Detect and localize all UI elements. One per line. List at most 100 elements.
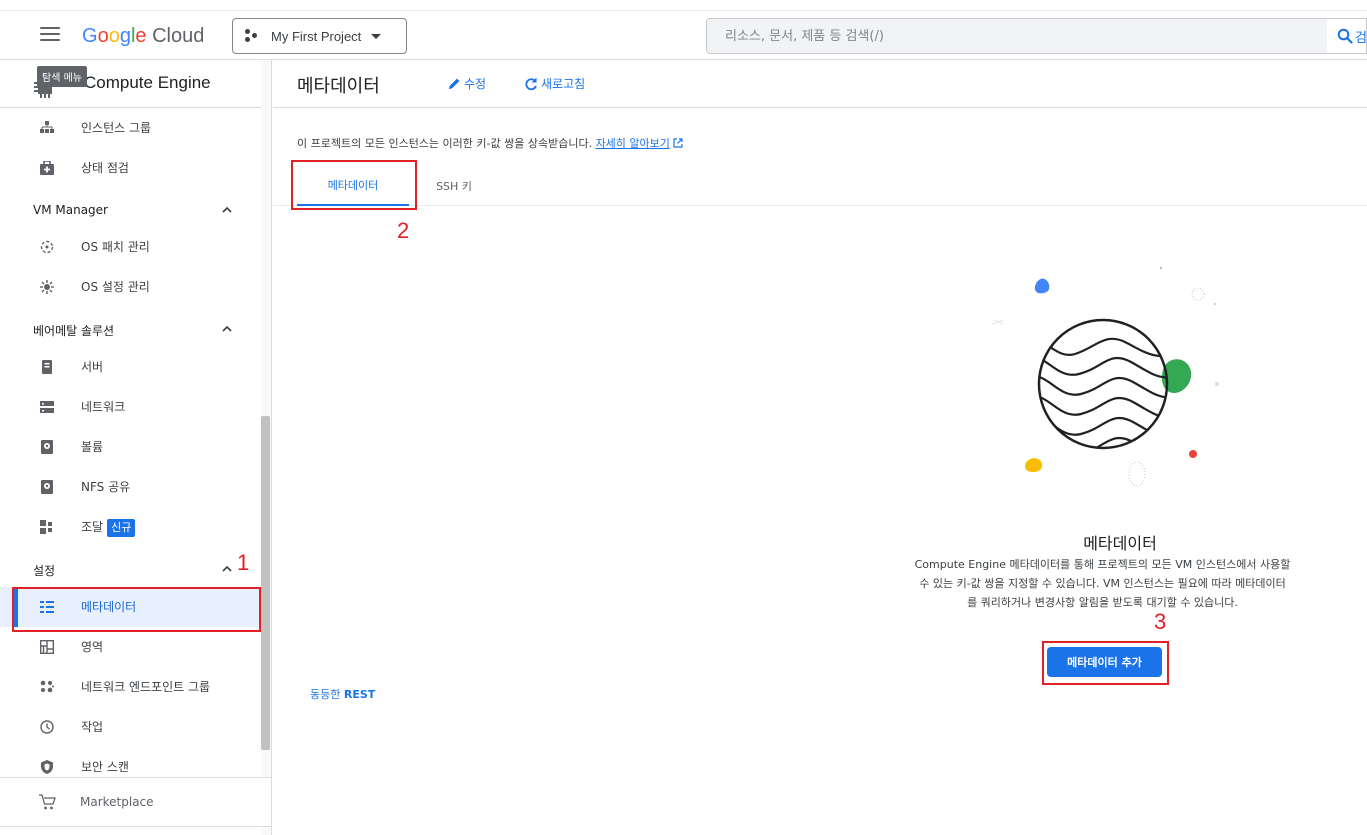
chevron-up-icon[interactable]: [222, 565, 232, 573]
sidebar-item-marketplace[interactable]: Marketplace: [0, 777, 271, 827]
nav-menu-tooltip: 탐색 메뉴: [37, 66, 87, 87]
pencil-icon: [449, 78, 460, 89]
sidebar-item-label: 작업: [81, 720, 104, 734]
search-box[interactable]: [706, 18, 1328, 54]
chevron-up-icon[interactable]: [222, 325, 232, 333]
sidebar-item-label: 영역: [81, 640, 104, 654]
metadata-illustration: [992, 266, 1219, 487]
sidebar-footer-label: Marketplace: [80, 795, 154, 809]
os-config-icon: [40, 280, 54, 294]
sidebar-item-metadata[interactable]: 메타데이터: [0, 587, 262, 627]
annotation-number-1: 1: [237, 550, 250, 575]
health-check-icon: [40, 161, 54, 175]
os-patch-icon: [40, 240, 54, 254]
chevron-up-icon[interactable]: [222, 206, 232, 214]
instance-group-icon: [40, 121, 54, 133]
sidebar-item-label: 네트워크 엔드포인트 그룹: [81, 680, 211, 694]
cart-icon: [39, 794, 56, 810]
section-label: 베어메탈 솔루션: [33, 324, 115, 338]
sidebar-item-endpoint-groups[interactable]: 네트워크 엔드포인트 그룹: [0, 667, 262, 707]
chevron-down-icon: [371, 33, 382, 39]
logo-cloud-text: Cloud: [152, 25, 205, 47]
sidebar-item-label: 조달 신규: [81, 519, 136, 537]
project-picker[interactable]: My First Project: [232, 18, 407, 54]
annotation-number-3: 3: [1154, 609, 1167, 634]
sidebar-item-os-patch[interactable]: OS 패치 관리: [0, 227, 262, 267]
learn-more-link[interactable]: 자세히 알아보기: [596, 137, 670, 150]
search-button[interactable]: 검: [1327, 18, 1367, 54]
sidebar-item-instance-groups[interactable]: 인스턴스 그룹: [0, 108, 262, 148]
main-header: 메타데이터 수정 새로고침: [273, 60, 1367, 108]
inheritance-description: 이 프로젝트의 모든 인스턴스는 이러한 키-값 쌍을 상속받습니다. 자세히 …: [297, 135, 684, 151]
search-icon: [1337, 28, 1353, 44]
tab-metadata[interactable]: 메타데이터: [297, 166, 409, 206]
project-name: My First Project: [271, 28, 362, 44]
rest-prefix: 동등한: [310, 688, 341, 701]
sidebar-item-health-checks[interactable]: 상태 점검: [0, 148, 262, 188]
empty-state-line: Compute Engine 메타데이터를 통해 프로젝트의 모든 VM 인스턴…: [914, 558, 1291, 571]
edit-label: 수정: [464, 77, 487, 91]
edit-button[interactable]: 수정: [448, 75, 486, 92]
sidebar-item-label: 메타데이터: [81, 600, 137, 614]
logo-google-text: Google: [82, 25, 147, 47]
sidebar-item-label: 서버: [81, 360, 104, 374]
sidebar-item-label: 볼륨: [81, 440, 104, 454]
add-metadata-button[interactable]: 메타데이터 추가: [1047, 647, 1162, 677]
equivalent-rest-link[interactable]: 동등한 REST: [310, 686, 375, 702]
sidebar-scrollbar[interactable]: [261, 416, 270, 750]
shield-icon: [41, 760, 53, 774]
sidebar-item-servers[interactable]: 서버: [0, 347, 262, 387]
refresh-label: 새로고침: [541, 77, 586, 91]
page-title: 메타데이터: [297, 76, 380, 96]
sidebar-item-volumes[interactable]: 볼륨: [0, 427, 262, 467]
sidebar-item-networks[interactable]: 네트워크: [0, 387, 262, 427]
product-title: Compute Engine: [84, 73, 211, 92]
sidebar-item-label: OS 패치 관리: [81, 240, 150, 254]
tab-bar: 메타데이터 SSH 키: [273, 166, 1367, 206]
divider: [0, 10, 1367, 11]
new-badge: 신규: [107, 519, 136, 537]
empty-state-description: Compute Engine 메타데이터를 통해 프로젝트의 모든 VM 인스턴…: [870, 555, 1335, 612]
sidebar-item-label: 상태 점검: [81, 161, 129, 175]
sidebar-item-procurement[interactable]: 조달 신규: [0, 507, 262, 547]
nfs-share-icon: [41, 480, 53, 494]
description-text: 이 프로젝트의 모든 인스턴스는 이러한 키-값 쌍을 상속받습니다.: [297, 137, 593, 150]
search-button-label: 검: [1355, 30, 1367, 46]
section-vm-manager[interactable]: VM Manager: [0, 190, 262, 230]
external-link-icon[interactable]: [673, 138, 684, 148]
sidebar-item-label: 보안 스캔: [81, 760, 129, 774]
section-label: 설정: [33, 564, 56, 578]
tab-ssh-keys[interactable]: SSH 키: [421, 166, 487, 206]
endpoint-group-icon: [40, 680, 54, 693]
annotation-number-2: 2: [397, 218, 410, 243]
sidebar-item-label: NFS 공유: [81, 480, 131, 494]
google-cloud-logo[interactable]: Google Cloud: [82, 24, 204, 48]
sidebar-item-zones[interactable]: 영역: [0, 627, 262, 667]
procurement-icon: [40, 520, 52, 534]
section-label: VM Manager: [33, 203, 108, 217]
refresh-icon: [525, 77, 537, 90]
empty-state-title: 메타데이터: [1083, 536, 1157, 553]
sidebar-item-label: 인스턴스 그룹: [81, 121, 152, 135]
section-settings[interactable]: 설정: [0, 549, 262, 589]
zones-icon: [40, 640, 54, 654]
refresh-button[interactable]: 새로고침: [524, 75, 585, 92]
top-bar: Google Cloud My First Project 검: [0, 0, 1367, 60]
metadata-icon: [40, 601, 54, 613]
section-bare-metal[interactable]: 베어메탈 솔루션: [0, 309, 262, 349]
rest-label: REST: [343, 688, 376, 701]
project-icon: [245, 28, 261, 44]
procurement-label: 조달: [81, 520, 104, 534]
operations-icon: [40, 720, 54, 734]
sidebar: Compute Engine 탐색 메뉴 인스턴스 그룹 상태 점검 VM Ma…: [0, 60, 272, 835]
search-input[interactable]: [707, 19, 1327, 53]
sidebar-header: Compute Engine 탐색 메뉴: [0, 60, 271, 108]
server-icon: [42, 360, 52, 374]
sidebar-item-operations[interactable]: 작업: [0, 707, 262, 747]
menu-icon[interactable]: [40, 27, 60, 43]
volume-icon: [41, 440, 53, 454]
sidebar-item-os-config[interactable]: OS 설정 관리: [0, 267, 262, 307]
sidebar-item-nfs-shares[interactable]: NFS 공유: [0, 467, 262, 507]
empty-state-line: 를 쿼리하거나 변경사항 알림을 받도록 대기할 수 있습니다.: [967, 596, 1238, 609]
sidebar-item-label: 네트워크: [81, 400, 126, 414]
